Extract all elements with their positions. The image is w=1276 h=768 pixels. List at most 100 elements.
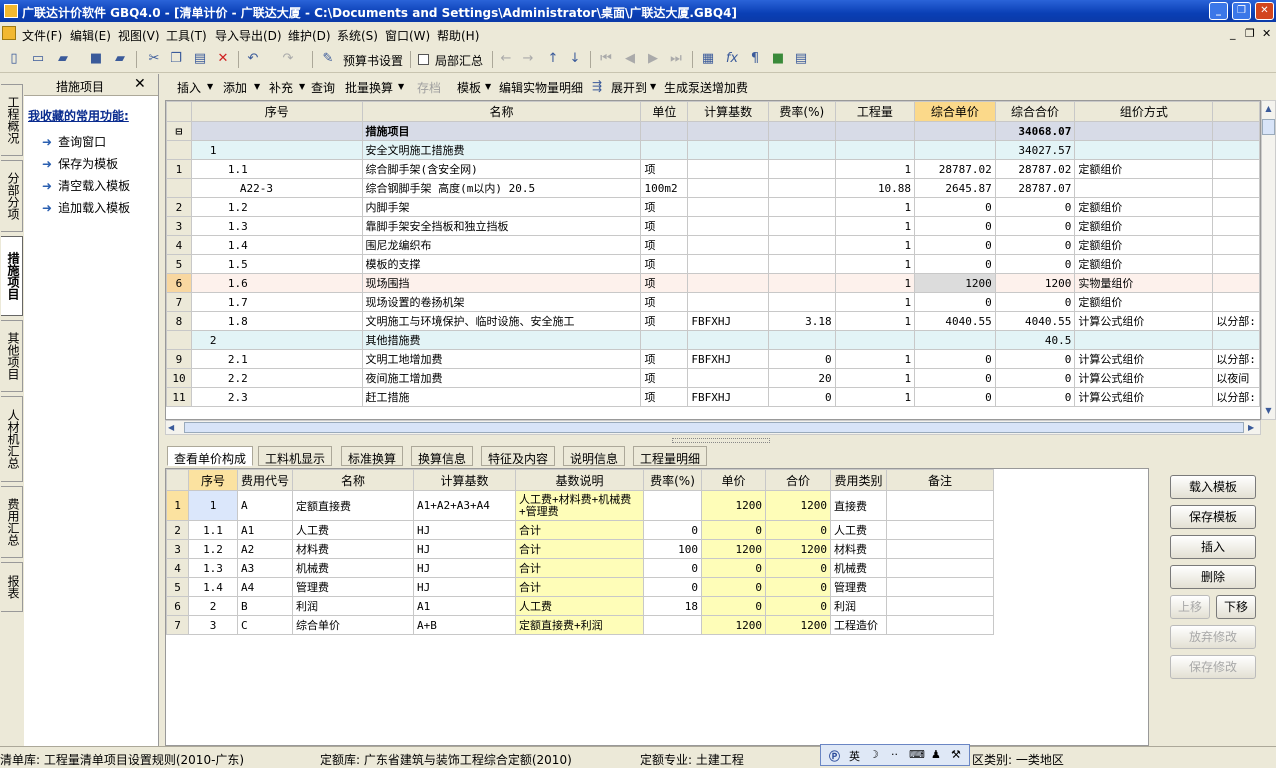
scroll-down-icon[interactable]: ▼ bbox=[1262, 403, 1275, 418]
cell-extra[interactable] bbox=[1212, 159, 1260, 179]
cell-seq[interactable]: 1.8 bbox=[190, 311, 363, 331]
cell-mode[interactable] bbox=[1074, 140, 1214, 160]
tab-labor-material-summary[interactable]: 人材机汇总 bbox=[1, 396, 23, 482]
cell-total[interactable]: 0 bbox=[765, 520, 832, 540]
next-icon[interactable]: ▶ bbox=[645, 51, 661, 67]
arrow-left-icon[interactable]: ← bbox=[498, 51, 514, 67]
table-row[interactable]: 4 1.3 A3 机械费 HJ 合计 0 0 0 机械费 bbox=[166, 558, 995, 578]
menu-import-export[interactable]: 导入导出(D) bbox=[215, 27, 282, 44]
cell-unit[interactable]: 项 bbox=[640, 235, 689, 255]
open-icon[interactable]: ▭ bbox=[30, 51, 46, 67]
cell-name[interactable]: 现场设置的卷扬机架 bbox=[361, 292, 642, 312]
cell-total[interactable]: 0 bbox=[765, 596, 832, 616]
cell-qty[interactable]: 1 bbox=[834, 273, 916, 293]
cell-base[interactable]: HJ bbox=[413, 539, 517, 559]
tab-reports[interactable]: 报表 bbox=[1, 562, 23, 612]
ime-toolbar[interactable]: Ⓟ 英 ☽ ·· ⌨ ♟ ⚒ bbox=[820, 744, 970, 766]
row-number[interactable] bbox=[166, 330, 192, 350]
cell-rate[interactable] bbox=[767, 235, 836, 255]
cell-unit[interactable] bbox=[640, 330, 689, 350]
cell-mode[interactable]: 计算公式组价 bbox=[1074, 368, 1214, 388]
cell-note[interactable] bbox=[886, 490, 995, 521]
cell-base[interactable]: A1+A2+A3+A4 bbox=[413, 490, 517, 521]
ime-lang-label[interactable]: 英 bbox=[849, 748, 860, 764]
cell-seq[interactable]: 2.1 bbox=[190, 349, 363, 369]
cell-name[interactable]: 人工费 bbox=[292, 520, 415, 540]
menu-window[interactable]: 窗口(W) bbox=[385, 27, 430, 44]
cell-code[interactable]: A4 bbox=[236, 577, 294, 597]
cell-unit[interactable]: 项 bbox=[640, 254, 689, 274]
tab-other-items[interactable]: 其他项目 bbox=[1, 320, 23, 392]
cell-total[interactable]: 1200 bbox=[765, 539, 832, 559]
fav-item-save-template[interactable]: ➜ 保存为模板 bbox=[42, 155, 118, 172]
cell-note[interactable] bbox=[886, 596, 995, 616]
cell-rate[interactable] bbox=[767, 121, 836, 141]
tab-project-overview[interactable]: 工程概况 bbox=[1, 84, 23, 156]
cell-price[interactable]: 0 bbox=[701, 577, 767, 597]
cell-total[interactable]: 0 bbox=[765, 558, 832, 578]
cell-code[interactable]: A1 bbox=[236, 520, 294, 540]
cell-base[interactable]: FBFXHJ bbox=[687, 349, 769, 369]
cell-price[interactable]: 4040.55 bbox=[914, 311, 996, 331]
menu-tools[interactable]: 工具(T) bbox=[166, 27, 207, 44]
calculator-icon[interactable]: ▦ bbox=[700, 51, 716, 67]
cell-price[interactable]: 0 bbox=[914, 235, 996, 255]
cell-note[interactable] bbox=[886, 558, 995, 578]
menu-view[interactable]: 视图(V) bbox=[118, 27, 160, 44]
cell-base[interactable]: HJ bbox=[413, 558, 517, 578]
cell-cat[interactable]: 人工费 bbox=[830, 520, 888, 540]
cell-seq[interactable]: 1.6 bbox=[190, 273, 363, 293]
cell-seq[interactable]: 1.3 bbox=[188, 558, 238, 578]
cell-unit[interactable]: 项 bbox=[640, 387, 689, 407]
cell-rate[interactable] bbox=[643, 490, 703, 521]
cell-extra[interactable] bbox=[1212, 235, 1260, 255]
cell-base[interactable] bbox=[687, 368, 769, 388]
cell-seq[interactable]: 1.7 bbox=[190, 292, 363, 312]
wrench-icon[interactable]: ⚒ bbox=[951, 748, 961, 761]
cell-name[interactable]: 其他措施费 bbox=[361, 330, 642, 350]
cell-total[interactable]: 1200 bbox=[765, 615, 832, 635]
cell-base[interactable]: HJ bbox=[413, 577, 517, 597]
cell-base[interactable] bbox=[687, 292, 769, 312]
row-number[interactable]: 3 bbox=[166, 539, 189, 559]
move-down-button[interactable]: 下移 bbox=[1216, 595, 1256, 619]
table-row[interactable]: 2 其他措施费 40.5 bbox=[166, 330, 1260, 350]
grid-horizontal-scrollbar[interactable]: ◀ ▶ bbox=[165, 420, 1261, 435]
supplement-menu-button[interactable]: 补充 bbox=[269, 79, 293, 96]
delete-icon[interactable]: ✕ bbox=[215, 51, 231, 67]
cell-rate[interactable] bbox=[767, 178, 836, 198]
cell-name[interactable]: 措施项目 bbox=[361, 121, 642, 141]
partial-summary-checkbox[interactable] bbox=[418, 54, 429, 65]
folder-icon[interactable]: ▰ bbox=[112, 51, 128, 67]
menu-help[interactable]: 帮助(H) bbox=[437, 27, 479, 44]
cell-mode[interactable]: 计算公式组价 bbox=[1074, 387, 1214, 407]
cell-desc[interactable]: 合计 bbox=[515, 539, 645, 559]
cell-rate[interactable] bbox=[767, 273, 836, 293]
cell-unit[interactable]: 100m2 bbox=[640, 178, 689, 198]
cell-seq[interactable]: 1.3 bbox=[190, 216, 363, 236]
cell-name[interactable]: 综合脚手架(含安全网) bbox=[361, 159, 642, 179]
cell-seq[interactable]: 1.5 bbox=[190, 254, 363, 274]
new-icon[interactable]: ▯ bbox=[6, 51, 22, 67]
add-menu-button[interactable]: 添加 bbox=[223, 79, 247, 96]
template-menu-button[interactable]: 模板 bbox=[457, 79, 481, 96]
row-number[interactable]: 6 bbox=[166, 596, 189, 616]
row-number[interactable]: 7 bbox=[166, 615, 189, 635]
row-number[interactable]: 10 bbox=[166, 368, 192, 388]
fav-item-append-load-template[interactable]: ➜ 追加载入模板 bbox=[42, 199, 130, 216]
cell-mode[interactable]: 定额组价 bbox=[1074, 159, 1214, 179]
cell-seq[interactable]: 2 bbox=[188, 596, 238, 616]
tab-conversion-info[interactable]: 换算信息 bbox=[411, 446, 474, 466]
cell-desc[interactable]: 人工费 bbox=[515, 596, 645, 616]
detail-header-price[interactable]: 单价 bbox=[701, 469, 767, 491]
cell-seq[interactable]: 1.1 bbox=[190, 159, 363, 179]
table-row[interactable]: 7 3 C 综合单价 A+B 定额直接费+利润 1200 1200 工程造价 bbox=[166, 615, 995, 635]
cell-qty[interactable] bbox=[834, 330, 916, 350]
cell-note[interactable] bbox=[886, 520, 995, 540]
row-number[interactable]: 5 bbox=[166, 254, 192, 274]
close-icon[interactable]: ✕ bbox=[134, 76, 146, 92]
row-number[interactable]: 3 bbox=[166, 216, 192, 236]
cell-qty[interactable]: 10.88 bbox=[834, 178, 916, 198]
book-icon[interactable]: ■ bbox=[770, 51, 786, 67]
mdi-close-button[interactable]: ✕ bbox=[1262, 27, 1271, 40]
